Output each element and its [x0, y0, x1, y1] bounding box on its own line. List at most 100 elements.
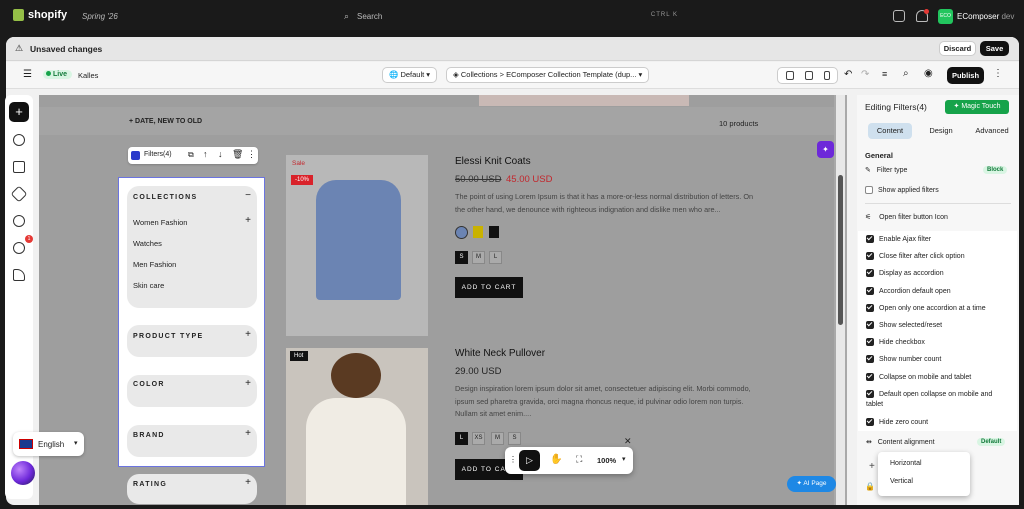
theme-select[interactable]: 🌐 Default ▾	[382, 67, 438, 83]
globe-icon[interactable]	[13, 134, 25, 146]
ecomposer-assistant-icon[interactable]	[11, 461, 35, 485]
rating-group[interactable]: RATING +	[127, 474, 257, 504]
clock-icon[interactable]	[13, 215, 25, 227]
store-name[interactable]: EComposer dev	[957, 12, 1014, 21]
move-up-icon[interactable]: ↑	[203, 149, 208, 159]
save-button[interactable]: Save	[980, 41, 1009, 56]
zoom-level[interactable]: 100%	[597, 456, 616, 465]
expand-icon[interactable]: +	[245, 215, 251, 226]
size-option[interactable]: XS	[472, 432, 485, 445]
magic-touch-button[interactable]: ✦ Magic Touch	[945, 100, 1009, 114]
undo-icon[interactable]: ↶	[844, 69, 852, 80]
search-input[interactable]: ⌕ Search CTRL K	[338, 8, 688, 25]
option-checkbox[interactable]: Hide checkbox	[866, 338, 925, 346]
rocket-icon[interactable]	[13, 269, 25, 281]
color-swatch[interactable]	[473, 226, 483, 238]
scroll-thumb[interactable]	[838, 175, 843, 325]
desktop-icon[interactable]	[786, 71, 794, 80]
canvas-scrollbar[interactable]	[836, 95, 845, 505]
redo-icon[interactable]: ↷	[861, 69, 869, 80]
product-title[interactable]: Elessi Knit Coats	[455, 156, 531, 167]
hamburger-menu-icon[interactable]: ☰	[23, 69, 32, 80]
option-checkbox[interactable]: Close filter after click option	[866, 252, 965, 260]
drag-handle-icon[interactable]: ⋮	[509, 455, 517, 464]
filter-item[interactable]: Men Fashion	[133, 260, 176, 269]
size-option[interactable]: S	[508, 432, 521, 445]
ai-sparkle-button[interactable]: ✦	[817, 141, 834, 158]
hand-tool-icon[interactable]: ✋	[550, 454, 562, 465]
ai-page-button[interactable]: ✦ AI Page	[787, 476, 836, 492]
filters-element-tag[interactable]: Filters(4) ⧉ ↑ ↓ 🗑 ⋮	[128, 147, 258, 164]
tab-design[interactable]: Design	[919, 123, 963, 139]
add-icon[interactable]: +	[869, 461, 875, 472]
color-group[interactable]: COLOR +	[127, 375, 257, 407]
language-switcher[interactable]: English ▾	[13, 432, 84, 456]
shopify-logo[interactable]: shopify	[13, 9, 67, 21]
size-option[interactable]: M	[491, 432, 504, 445]
dropdown-option-vertical[interactable]: Vertical	[890, 478, 913, 485]
panel-title: Editing Filters(4)	[865, 102, 927, 112]
color-swatch[interactable]	[455, 226, 468, 239]
search-seo-icon[interactable]	[13, 242, 25, 254]
size-option[interactable]: S	[455, 251, 468, 264]
tablet-icon[interactable]	[805, 71, 813, 80]
option-checkbox[interactable]: Display as accordion	[866, 269, 944, 277]
product-price: 29.00 USD	[455, 366, 502, 377]
avatar[interactable]: ECO	[938, 9, 953, 24]
preview-canvas: + DATE, NEW TO OLD 10 products Filters(4…	[39, 95, 847, 505]
inbox-icon[interactable]	[893, 10, 905, 22]
template-select[interactable]: ◈ Collections > EComposer Collection Tem…	[446, 67, 650, 83]
tab-content[interactable]: Content	[868, 123, 912, 139]
options-list: Enable Ajax filter Close filter after cl…	[858, 231, 1017, 431]
zoom-chevron-icon[interactable]: ▾	[622, 455, 626, 463]
more-options-icon[interactable]: ⋮	[247, 149, 256, 160]
option-checkbox[interactable]: Open only one accordion at a time	[866, 304, 986, 312]
add-to-cart-button[interactable]: ADD TO CART	[455, 277, 523, 298]
close-icon[interactable]: ✕	[624, 436, 632, 447]
color-swatch[interactable]	[489, 226, 499, 238]
filter-sidebar[interactable]: COLLECTIONS − Women Fashion + Watches Me…	[118, 177, 265, 504]
grid-icon[interactable]	[13, 161, 25, 173]
filter-type-row[interactable]: ✎ Filter type	[865, 166, 907, 174]
size-option[interactable]: M	[472, 251, 485, 264]
product-image[interactable]	[286, 348, 428, 505]
brand-group[interactable]: BRAND +	[127, 425, 257, 457]
lock-icon[interactable]: 🔒	[865, 482, 875, 491]
filter-item[interactable]: Watches	[133, 239, 162, 248]
publish-button[interactable]: Publish	[947, 67, 984, 84]
size-option[interactable]: L	[489, 251, 502, 264]
expand-icon: +	[245, 428, 251, 439]
dropdown-option-horizontal[interactable]: Horizontal	[890, 460, 922, 467]
discard-button[interactable]: Discard	[939, 41, 976, 56]
inspect-icon[interactable]: ⌕	[903, 68, 909, 79]
content-alignment-row[interactable]: ⇹ Content alignment	[866, 438, 935, 446]
option-checkbox[interactable]: Show number count	[866, 355, 941, 363]
filter-item[interactable]: Skin care	[133, 281, 164, 290]
sort-select[interactable]: + DATE, NEW TO OLD	[129, 118, 202, 125]
move-down-icon[interactable]: ↓	[218, 149, 223, 159]
mobile-icon[interactable]	[824, 71, 830, 80]
option-checkbox[interactable]: Default open collapse on mobile and tabl…	[866, 390, 1006, 410]
option-checkbox[interactable]: Enable Ajax filter	[866, 235, 931, 243]
tab-advanced[interactable]: Advanced	[967, 123, 1017, 139]
delete-icon[interactable]: 🗑	[232, 149, 243, 160]
size-option[interactable]: L	[455, 432, 468, 445]
show-applied-checkbox[interactable]: Show applied filters	[865, 186, 939, 194]
product-title[interactable]: White Neck Pullover	[455, 348, 545, 359]
filter-item[interactable]: Women Fashion	[133, 218, 187, 227]
preview-eye-icon[interactable]: ◉	[924, 68, 933, 79]
more-icon[interactable]: ⋮	[993, 68, 1003, 79]
product-type-group[interactable]: PRODUCT TYPE +	[127, 325, 257, 357]
duplicate-icon[interactable]: ⧉	[188, 150, 194, 160]
add-element-button[interactable]: +	[9, 102, 29, 122]
option-checkbox[interactable]: Hide zero count	[866, 418, 928, 426]
open-filter-icon-row[interactable]: ⚟ Open filter button Icon	[865, 213, 948, 221]
settings-sliders-icon[interactable]: ≡	[882, 69, 887, 79]
select-tool-button[interactable]: ▷	[519, 450, 540, 471]
option-checkbox[interactable]: Collapse on mobile and tablet	[866, 373, 971, 381]
collapse-icon[interactable]: −	[245, 190, 251, 201]
option-checkbox[interactable]: Accordion default open	[866, 287, 951, 295]
option-checkbox[interactable]: Show selected/reset	[866, 321, 942, 329]
fit-screen-icon[interactable]: ⛶	[576, 454, 582, 465]
layers-icon[interactable]	[10, 185, 28, 203]
